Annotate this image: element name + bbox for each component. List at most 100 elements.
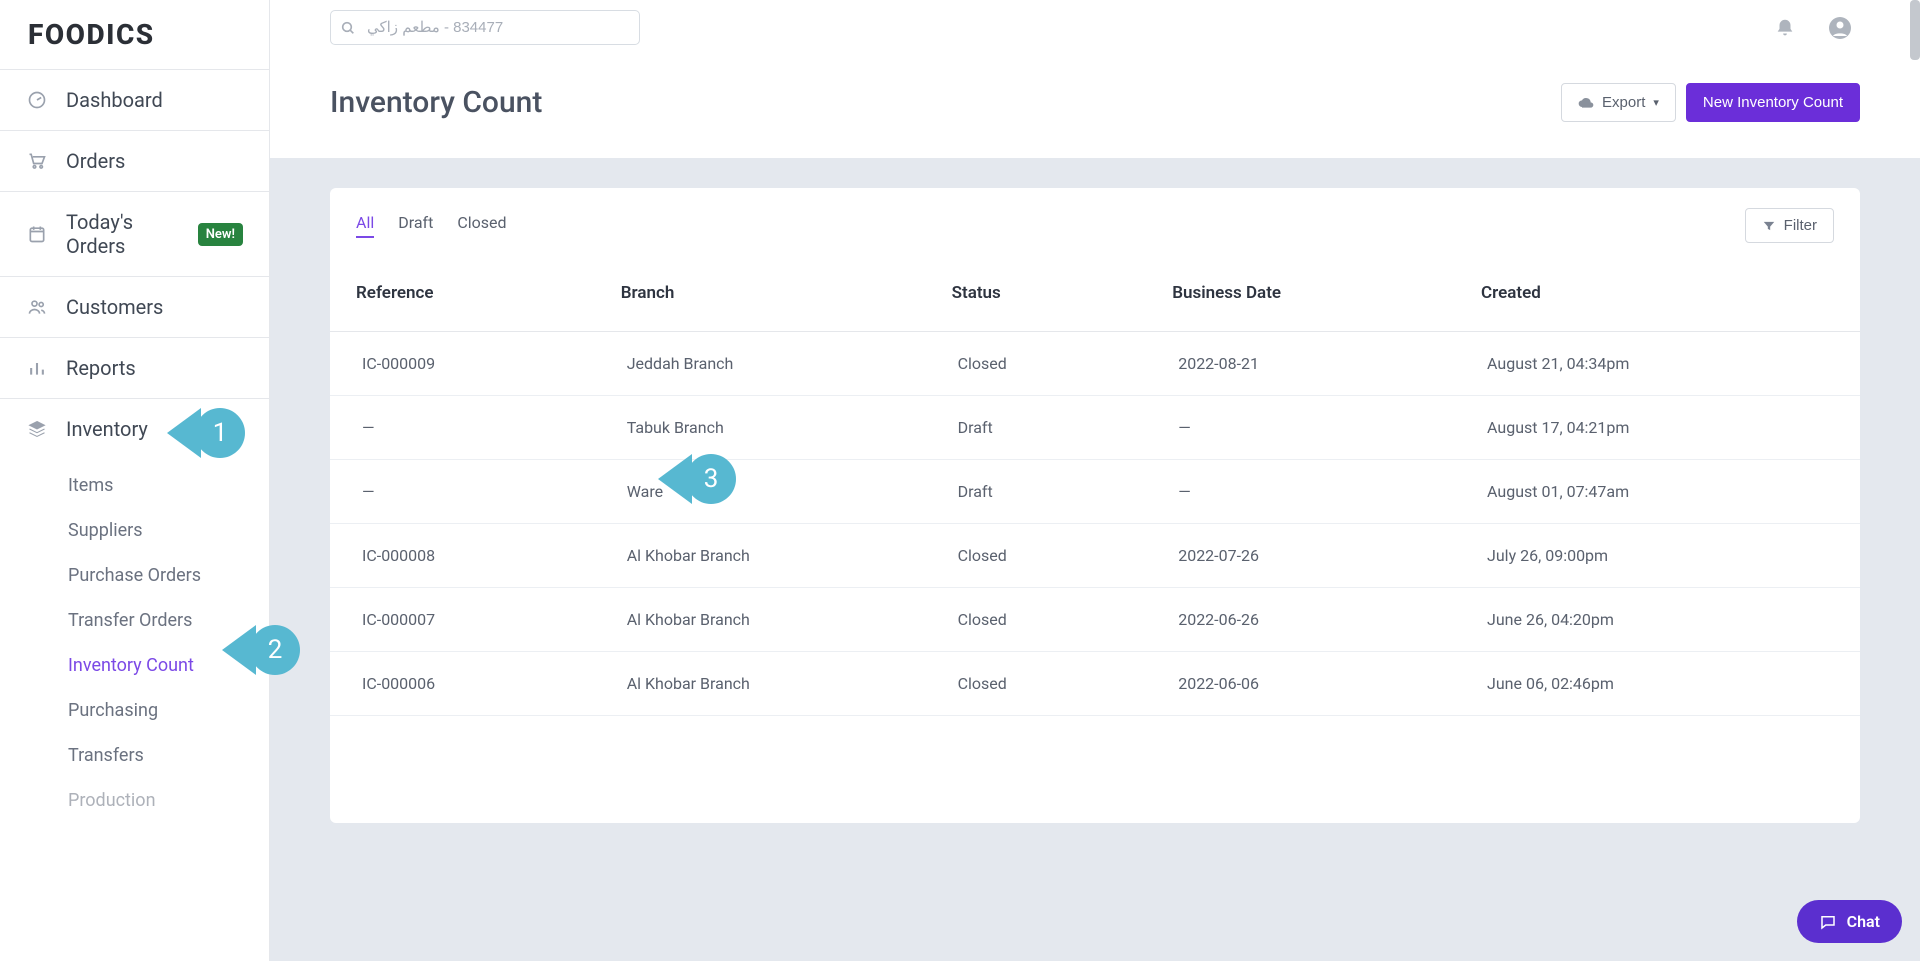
chat-widget[interactable]: Chat bbox=[1797, 900, 1902, 943]
td-created: June 06, 02:46pm bbox=[1481, 652, 1834, 715]
tab-all[interactable]: All bbox=[356, 213, 374, 238]
tab-draft[interactable]: Draft bbox=[398, 213, 433, 238]
nav-label: Dashboard bbox=[66, 88, 243, 112]
td-branch: Al Khobar Branch bbox=[621, 524, 952, 587]
sidebar-item-dashboard[interactable]: Dashboard bbox=[0, 69, 269, 130]
td-business_date: 2022-06-06 bbox=[1172, 652, 1481, 715]
tab-closed[interactable]: Closed bbox=[457, 213, 506, 238]
td-reference: — bbox=[356, 460, 621, 523]
main: Inventory Count Export ▾ New Inventory C… bbox=[270, 0, 1920, 961]
table-scroll[interactable]: Reference Branch Status Business Date Cr… bbox=[330, 261, 1860, 823]
new-btn-label: New Inventory Count bbox=[1703, 94, 1843, 111]
td-reference: IC-000007 bbox=[356, 588, 621, 651]
sidebar-sub-purchasing[interactable]: Purchasing bbox=[68, 688, 269, 733]
table-row[interactable]: IC-000006Al Khobar BranchClosed2022-06-0… bbox=[330, 652, 1860, 716]
td-created: July 26, 09:00pm bbox=[1481, 524, 1834, 587]
calendar-icon bbox=[26, 224, 48, 244]
chat-label: Chat bbox=[1847, 912, 1880, 931]
td-reference: IC-000006 bbox=[356, 652, 621, 715]
td-status: Closed bbox=[952, 332, 1173, 395]
panel: All Draft Closed Filter bbox=[330, 188, 1860, 823]
gauge-icon bbox=[26, 90, 48, 110]
th-created: Created bbox=[1481, 261, 1834, 331]
td-reference: — bbox=[356, 396, 621, 459]
table-row[interactable]: IC-000007Al Khobar BranchClosed2022-06-2… bbox=[330, 588, 1860, 652]
sidebar-sub-transfers[interactable]: Transfers bbox=[68, 733, 269, 778]
bell-icon[interactable] bbox=[1766, 17, 1804, 39]
sidebar-sub-purchase-orders[interactable]: Purchase Orders bbox=[68, 553, 269, 598]
sidebar-sub-inventory-count[interactable]: Inventory Count bbox=[68, 643, 269, 688]
td-branch: Jeddah Branch bbox=[621, 332, 952, 395]
td-branch: Ware bbox=[621, 460, 952, 523]
cloud-icon bbox=[1578, 95, 1594, 111]
td-branch: Al Khobar Branch bbox=[621, 588, 952, 651]
table-header: Reference Branch Status Business Date Cr… bbox=[330, 261, 1860, 332]
td-business_date: 2022-07-26 bbox=[1172, 524, 1481, 587]
td-status: Draft bbox=[952, 460, 1173, 523]
sidebar-sub-items[interactable]: Items bbox=[68, 463, 269, 508]
sidebar-sub-suppliers[interactable]: Suppliers bbox=[68, 508, 269, 553]
nav-label: Inventory bbox=[66, 417, 243, 441]
export-button[interactable]: Export ▾ bbox=[1561, 83, 1676, 122]
td-branch: Al Khobar Branch bbox=[621, 652, 952, 715]
th-branch: Branch bbox=[621, 261, 952, 331]
td-business_date: — bbox=[1172, 396, 1481, 459]
table-row[interactable]: —Tabuk BranchDraft—August 17, 04:21pm bbox=[330, 396, 1860, 460]
user-avatar-icon[interactable] bbox=[1820, 16, 1860, 40]
page-title: Inventory Count bbox=[330, 85, 1551, 120]
logo: FOODICS bbox=[0, 0, 269, 69]
content-area: All Draft Closed Filter bbox=[270, 158, 1920, 961]
sidebar-sub-production[interactable]: Production bbox=[68, 778, 269, 823]
new-badge: New! bbox=[198, 223, 243, 246]
chevron-down-icon: ▾ bbox=[1653, 96, 1659, 109]
td-business_date: 2022-08-21 bbox=[1172, 332, 1481, 395]
td-business_date: 2022-06-26 bbox=[1172, 588, 1481, 651]
search-icon bbox=[340, 20, 356, 36]
nav-label: Reports bbox=[66, 356, 243, 380]
tabs: All Draft Closed bbox=[356, 213, 1745, 238]
sidebar-item-reports[interactable]: Reports bbox=[0, 337, 269, 398]
th-status: Status bbox=[952, 261, 1173, 331]
td-status: Draft bbox=[952, 396, 1173, 459]
new-inventory-count-button[interactable]: New Inventory Count bbox=[1686, 83, 1860, 122]
sidebar-item-inventory[interactable]: Inventory bbox=[0, 398, 269, 459]
chat-icon bbox=[1819, 913, 1837, 931]
nav-label: Customers bbox=[66, 295, 243, 319]
sidebar-item-customers[interactable]: Customers bbox=[0, 276, 269, 337]
td-created: August 01, 07:47am bbox=[1481, 460, 1834, 523]
td-created: August 21, 04:34pm bbox=[1481, 332, 1834, 395]
export-label: Export bbox=[1602, 94, 1645, 111]
search-wrap bbox=[330, 10, 640, 45]
table-row[interactable]: IC-000009Jeddah BranchClosed2022-08-21Au… bbox=[330, 332, 1860, 396]
users-icon bbox=[26, 297, 48, 317]
filter-button[interactable]: Filter bbox=[1745, 208, 1834, 243]
th-business-date: Business Date bbox=[1172, 261, 1481, 331]
td-status: Closed bbox=[952, 588, 1173, 651]
page-header: Inventory Count Export ▾ New Inventory C… bbox=[270, 53, 1920, 158]
td-created: June 26, 04:20pm bbox=[1481, 588, 1834, 651]
td-reference: IC-000009 bbox=[356, 332, 621, 395]
td-reference: IC-000008 bbox=[356, 524, 621, 587]
filter-icon bbox=[1762, 219, 1776, 233]
table-row[interactable]: IC-000008Al Khobar BranchClosed2022-07-2… bbox=[330, 524, 1860, 588]
table-row[interactable]: —WareDraft—August 01, 07:47am bbox=[330, 460, 1860, 524]
td-business_date: — bbox=[1172, 460, 1481, 523]
layers-icon bbox=[26, 419, 48, 439]
sidebar-item-orders[interactable]: Orders bbox=[0, 130, 269, 191]
nav-label: Today's Orders bbox=[66, 210, 180, 258]
sidebar-sub-transfer-orders[interactable]: Transfer Orders bbox=[68, 598, 269, 643]
topbar bbox=[270, 0, 1920, 53]
td-status: Closed bbox=[952, 524, 1173, 587]
nav-label: Orders bbox=[66, 149, 243, 173]
page-scrollbar[interactable] bbox=[1910, 0, 1920, 60]
sidebar-item-todays-orders[interactable]: Today's Orders New! bbox=[0, 191, 269, 276]
search-input[interactable] bbox=[330, 10, 640, 45]
th-reference: Reference bbox=[356, 261, 621, 331]
cart-icon bbox=[26, 151, 48, 171]
td-status: Closed bbox=[952, 652, 1173, 715]
inventory-subnav: Items Suppliers Purchase Orders Transfer… bbox=[0, 459, 269, 833]
td-created: August 17, 04:21pm bbox=[1481, 396, 1834, 459]
td-branch: Tabuk Branch bbox=[621, 396, 952, 459]
sidebar: FOODICS Dashboard Orders Today's Orders … bbox=[0, 0, 270, 961]
filter-label: Filter bbox=[1784, 217, 1817, 234]
